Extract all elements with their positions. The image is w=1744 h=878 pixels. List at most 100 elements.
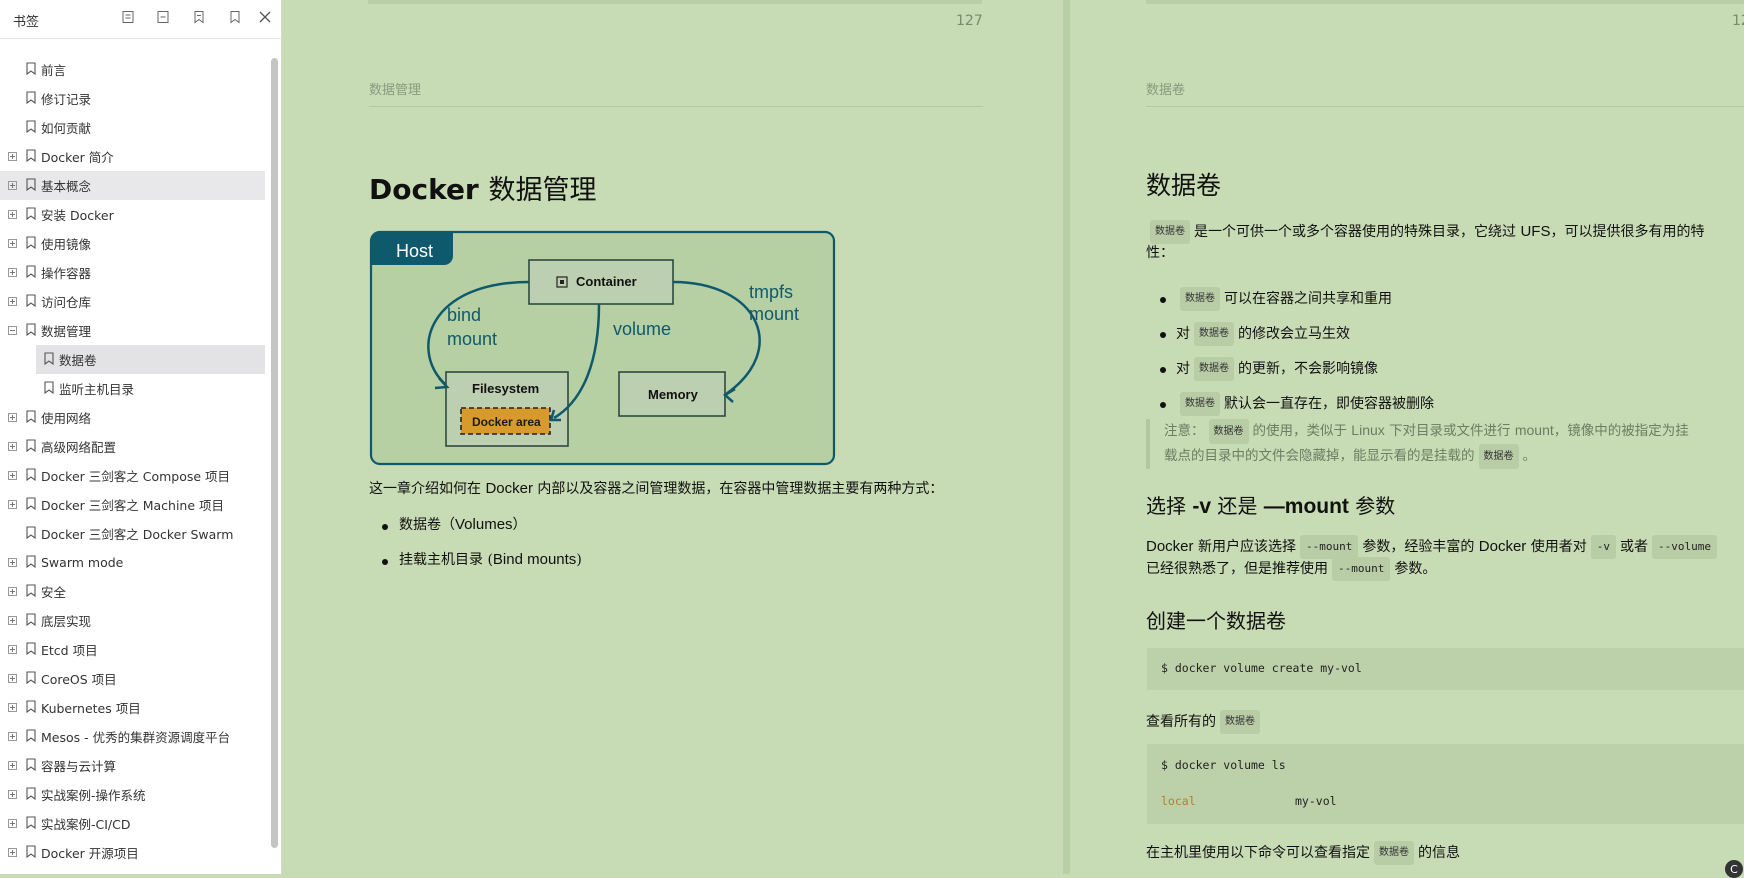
bookmark-item[interactable]: Docker 三剑客之 Compose 项目 bbox=[0, 461, 272, 490]
volume-feature-item: 对数据卷 的修改会立马生效 bbox=[1176, 322, 1350, 346]
collapse-all-icon[interactable] bbox=[155, 9, 171, 25]
expand-icon[interactable] bbox=[8, 587, 17, 596]
expand-icon[interactable] bbox=[8, 848, 17, 857]
bookmark-item[interactable]: Docker 简介 bbox=[0, 142, 272, 171]
code-block-ls[interactable]: $ docker volume ls local my-vol bbox=[1147, 744, 1744, 824]
running-header: 数据管理 bbox=[369, 83, 422, 98]
volume-feature-item: 数据卷 可以在容器之间共享和重用 bbox=[1176, 287, 1392, 311]
container-label: Container bbox=[576, 274, 637, 289]
bookmark-item[interactable]: 监听主机目录 bbox=[0, 374, 272, 403]
section-create-volume: 创建一个数据卷 bbox=[1146, 609, 1286, 633]
bookmark-list: 前言 修订记录如何贡献 Docker 简介基本概念 安装 Docker 使用镜像 操作容器… bbox=[0, 55, 272, 867]
expand-icon[interactable] bbox=[8, 558, 17, 567]
bullet bbox=[1160, 402, 1166, 408]
bookmark-item[interactable]: 数据管理 bbox=[0, 316, 272, 345]
sidebar-header: 书签 bbox=[0, 0, 281, 39]
list-volumes-text: 查看所有的 数据卷 bbox=[1146, 710, 1264, 734]
header-rule bbox=[1146, 106, 1744, 107]
bookmark-label: Docker 三剑客之 Docker Swarm bbox=[41, 527, 234, 542]
expand-icon[interactable] bbox=[8, 674, 17, 683]
code-block-create[interactable]: $ docker volume create my-vol bbox=[1147, 648, 1744, 690]
close-icon[interactable] bbox=[257, 9, 273, 25]
bookmark-item[interactable]: Docker 开源项目 bbox=[0, 838, 272, 867]
bookmark-item[interactable]: 容器与云计算 bbox=[0, 751, 272, 780]
bookmark-item[interactable]: 高级网络配置 bbox=[0, 432, 272, 461]
bookmark-item[interactable]: Etcd 项目 bbox=[0, 635, 272, 664]
bookmark-icon bbox=[25, 641, 37, 658]
bookmark-item[interactable]: 前言 bbox=[0, 55, 272, 84]
chapter-intro: 这一章介绍如何在 Docker 内部以及容器之间管理数据，在容器中管理数据主要有… bbox=[369, 480, 944, 497]
expand-icon[interactable] bbox=[8, 645, 17, 654]
expand-icon[interactable] bbox=[8, 703, 17, 712]
expand-icon[interactable] bbox=[8, 239, 17, 248]
bookmark-icon bbox=[25, 583, 37, 600]
sidebar-scrollbar[interactable] bbox=[271, 58, 278, 848]
page-number: 12 bbox=[1732, 13, 1744, 29]
bookmark-item[interactable]: 安全 bbox=[0, 577, 272, 606]
bookmark-label: CoreOS 项目 bbox=[41, 672, 117, 687]
floating-assistant-icon[interactable]: C bbox=[1725, 860, 1743, 878]
bookmark-item[interactable]: Kubernetes 项目 bbox=[0, 693, 272, 722]
tmpfs-label-1: tmpfs bbox=[749, 282, 793, 302]
bullet bbox=[382, 524, 388, 530]
bookmark-item[interactable]: Docker 三剑客之 Machine 项目 bbox=[0, 490, 272, 519]
bookmark-label: Docker 简介 bbox=[41, 150, 114, 165]
expand-icon[interactable] bbox=[8, 152, 17, 161]
bookmark-item[interactable]: 安装 Docker bbox=[0, 200, 272, 229]
bookmark-icon bbox=[25, 786, 37, 803]
bullet-bind-mounts: 挂载主机目录 (Bind mounts) bbox=[399, 551, 582, 568]
bookmark-label: Kubernetes 项目 bbox=[41, 701, 141, 716]
expand-all-icon[interactable] bbox=[120, 9, 136, 25]
chapter-title-en: Docker bbox=[369, 173, 479, 206]
bookmark-item[interactable]: 使用网络 bbox=[0, 403, 272, 432]
bookmark-label: 数据卷 bbox=[59, 353, 97, 368]
bookmark-item[interactable]: 修订记录 bbox=[0, 84, 272, 113]
bookmark-item[interactable]: 基本概念 bbox=[0, 171, 265, 200]
expand-icon[interactable] bbox=[8, 790, 17, 799]
expand-icon[interactable] bbox=[8, 732, 17, 741]
expand-icon[interactable] bbox=[8, 268, 17, 277]
bookmark-item[interactable]: 访问仓库 bbox=[0, 287, 272, 316]
expand-icon[interactable] bbox=[8, 819, 17, 828]
expand-icon[interactable] bbox=[8, 500, 17, 509]
bookmark-icon bbox=[25, 409, 37, 426]
bookmark-item[interactable]: 如何贡献 bbox=[0, 113, 272, 142]
bookmark-item[interactable]: 使用镜像 bbox=[0, 229, 272, 258]
bookmark-icon bbox=[25, 699, 37, 716]
bookmark-label: Docker 三剑客之 Machine 项目 bbox=[41, 498, 225, 513]
bookmark-item[interactable]: 实战案例-CI/CD bbox=[0, 809, 272, 838]
expand-icon[interactable] bbox=[8, 471, 17, 480]
sidebar-title: 书签 bbox=[13, 15, 40, 30]
add-bookmark-icon[interactable] bbox=[191, 9, 207, 25]
page-top-rule bbox=[1146, 0, 1744, 4]
inspect-volume-text: 在主机里使用以下命令可以查看指定 数据卷 的信息 bbox=[1146, 841, 1460, 865]
expand-icon[interactable] bbox=[8, 616, 17, 625]
bookmark-item[interactable]: Docker 三剑客之 Docker Swarm bbox=[0, 519, 272, 548]
bookmark-item[interactable]: Mesos - 优秀的集群资源调度平台 bbox=[0, 722, 272, 751]
bookmark-item[interactable]: 操作容器 bbox=[0, 258, 272, 287]
expand-icon[interactable] bbox=[8, 297, 17, 306]
note-block: 注意： 数据卷 的使用，类似于 Linux 下对目录或文件进行 mount，镜像中的… bbox=[1146, 419, 1744, 469]
bookmark-icon bbox=[25, 177, 37, 194]
bookmark-label: Swarm mode bbox=[41, 555, 124, 570]
expand-icon[interactable] bbox=[8, 442, 17, 451]
bookmark-icon bbox=[25, 670, 37, 687]
bookmark-label: 监听主机目录 bbox=[59, 382, 135, 397]
bookmark-icon[interactable] bbox=[227, 9, 243, 25]
expand-icon[interactable] bbox=[8, 181, 17, 190]
bookmark-item[interactable]: 底层实现 bbox=[0, 606, 272, 635]
bookmark-icon bbox=[25, 554, 37, 571]
page-gutter bbox=[1063, 0, 1070, 874]
collapse-icon[interactable] bbox=[8, 326, 17, 335]
expand-icon[interactable] bbox=[8, 761, 17, 770]
expand-icon[interactable] bbox=[8, 413, 17, 422]
memory-label: Memory bbox=[648, 387, 699, 402]
bookmark-label: 如何贡献 bbox=[41, 121, 92, 136]
bookmark-item[interactable]: 数据卷 bbox=[36, 345, 265, 374]
bookmark-item[interactable]: 实战案例-操作系统 bbox=[0, 780, 272, 809]
volume-feature-item: 数据卷 默认会一直存在，即使容器被删除 bbox=[1176, 392, 1434, 416]
bookmark-item[interactable]: CoreOS 项目 bbox=[0, 664, 272, 693]
bookmark-icon bbox=[25, 815, 37, 832]
bookmark-item[interactable]: Swarm mode bbox=[0, 548, 272, 577]
expand-icon[interactable] bbox=[8, 210, 17, 219]
